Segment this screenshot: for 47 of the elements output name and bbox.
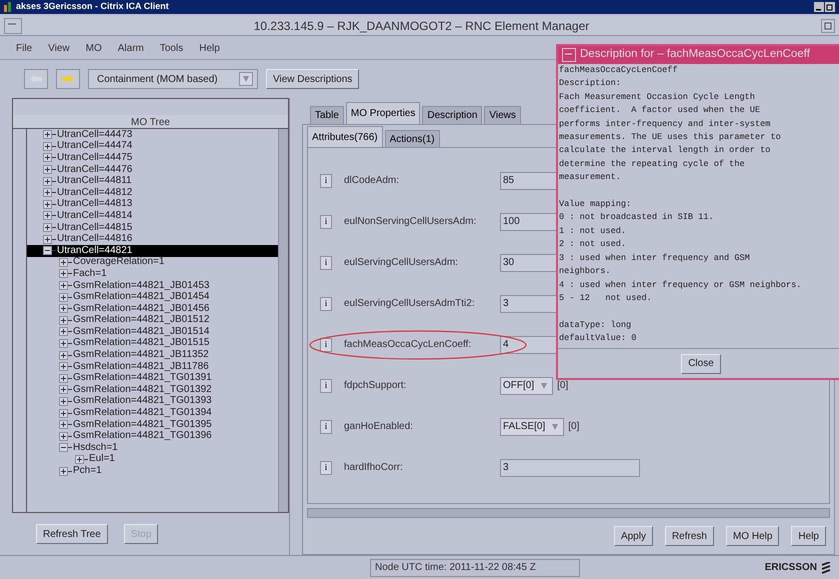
tree-item-label: UtranCell=44811 — [56, 176, 132, 186]
tree-item-label: GsmRelation=44821_JB01456 — [72, 304, 210, 314]
attribute-label: fachMeasOccaCycLenCoeff: — [344, 338, 472, 352]
description-text: fachMeasOccaCycLenCoeff Description: Fach Measurement Occasion Cycle Length coefficient. A factor used when the UE performs inter-frequency and inter-system measurements. The UE uses this parameter to calculate the interval length in order to determine the repeating cycle of the measurement. Value mapping: 0 : not broadcasted in SIB 11. 1 : not used. 2 : not used. 3 : used when inter frequency and GSM neighbors. 4 : used when inter frequency or GSM neighbors. 5 - 12 not used. dataType: long defaultValue: 0 — [558, 64, 839, 349]
tree-item-label: UtranCell=44821 — [56, 246, 132, 256]
tree-item-label: GsmRelation=44821_TG01394 — [72, 408, 212, 418]
tree-item-label: Fach=1 — [72, 268, 107, 279]
status-time: Node UTC time: 2011-11-22 08:45 Z — [370, 558, 580, 576]
tree-item-label: GsmRelation=44821_JB01514 — [72, 326, 210, 337]
attribute-label: hardIfhoCorr: — [344, 461, 404, 475]
tree-item-label: GsmRelation=44821_TG01396 — [72, 431, 212, 442]
tree-item-label: UtranCell=44473 — [56, 130, 132, 140]
tree-item-label: GsmRelation=44821_JB01453 — [72, 280, 210, 291]
tree-item-label: UtranCell=44816 — [56, 234, 132, 244]
tree-item-label: UtranCell=44474 — [56, 141, 132, 152]
tree-item-label: GsmRelation=44821_TG01393 — [72, 396, 212, 406]
attribute-label: dlCodeAdm: — [344, 174, 400, 188]
tree-item-label: UtranCell=44812 — [56, 188, 132, 198]
dialog-title: Description for – fachMeasOccaCycLenCoeff — [580, 47, 810, 62]
tree-item-label: GsmRelation=44821_TG01395 — [72, 420, 212, 430]
tree-item-label: GsmRelation=44821_TG01392 — [72, 384, 212, 395]
current-value: [0] — [568, 420, 580, 434]
attribute-label: eulNonServingCellUsersAdm: — [344, 215, 478, 229]
attribute-label: fdpchSupport: — [344, 379, 408, 393]
brand-logo-text: ERICSSON — [764, 561, 817, 575]
tree-item-label: GsmRelation=44821_JB11352 — [72, 350, 209, 360]
attribute-label: eulServingCellUsersAdmTti2: — [344, 297, 476, 311]
window-title: 10.233.145.9 – RJK_DAANMOGOT2 – RNC Element Manager — [252, 18, 590, 34]
tree-item-label: GsmRelation=44821_JB01512 — [72, 315, 210, 326]
client-title: akses 3Gericsson - Citrix ICA Client — [16, 0, 169, 14]
tree-item-label: Hsdsch=1 — [72, 442, 118, 453]
tree-item-label: UtranCell=44815 — [56, 222, 132, 233]
tree-item-label: GsmRelation=44821_JB01515 — [72, 338, 210, 348]
tree-item-label: GsmRelation=44821_JB11786 — [72, 362, 209, 372]
tree-item-label: UtranCell=44814 — [56, 210, 132, 221]
tree-item-label: Pch=1 — [72, 466, 102, 476]
tree-item-label: GsmRelation=44821_JB01454 — [72, 292, 210, 302]
current-value: [0] — [557, 379, 568, 393]
attribute-label: ganHoEnabled: — [344, 420, 414, 434]
tree-header: MO Tree — [13, 115, 288, 129]
tree-item-label: UtranCell=44475 — [56, 152, 132, 163]
tree-item-label: UtranCell=44813 — [56, 199, 132, 210]
tree-item-label: UtranCell=44476 — [56, 164, 132, 175]
tree-item-label: GsmRelation=44821_TG01391 — [72, 373, 212, 384]
attribute-label: eulServingCellUsersAdm: — [344, 256, 459, 270]
tree-item-label: CoverageRelation=1 — [72, 257, 164, 268]
tree-item-label: Eul=1 — [88, 454, 115, 464]
